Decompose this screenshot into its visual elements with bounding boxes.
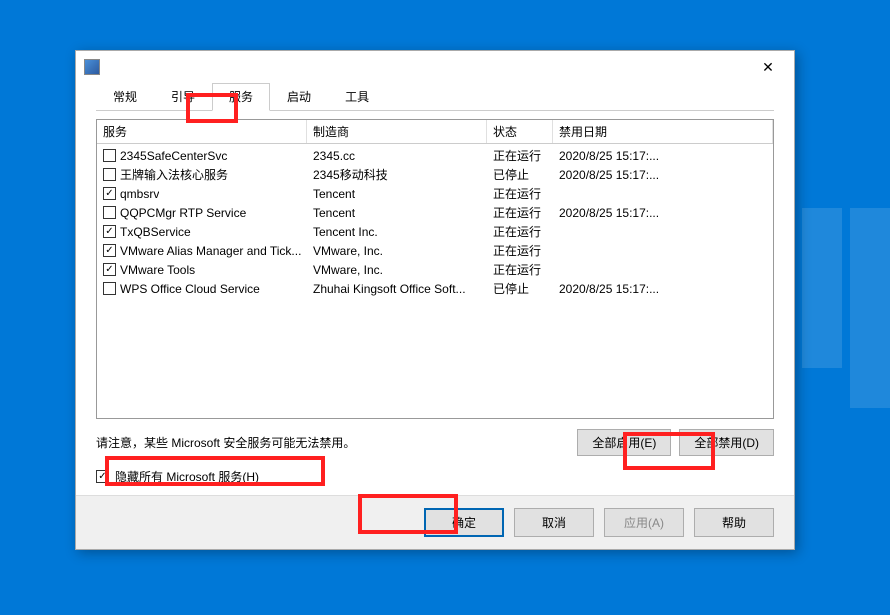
service-status: 正在运行 bbox=[487, 204, 553, 221]
titlebar: ✕ bbox=[76, 51, 794, 83]
tab-工具[interactable]: 工具 bbox=[328, 83, 386, 110]
service-manufacturer: 2345移动科技 bbox=[307, 166, 487, 183]
service-name: TxQBService bbox=[120, 225, 191, 239]
table-row[interactable]: ✓ VMware Alias Manager and Tick... VMware,… bbox=[97, 241, 773, 260]
service-checkbox[interactable] bbox=[103, 206, 116, 219]
service-name: VMware Alias Manager and Tick... bbox=[120, 244, 301, 258]
disable-all-button[interactable]: 全部禁用(D) bbox=[679, 429, 774, 456]
hide-microsoft-checkbox[interactable]: ✓ bbox=[96, 470, 109, 483]
service-manufacturer: VMware, Inc. bbox=[307, 244, 487, 258]
service-manufacturer: VMware, Inc. bbox=[307, 263, 487, 277]
column-service[interactable]: 服务 bbox=[97, 120, 307, 143]
table-row[interactable]: ✓ qmbsrv Tencent正在运行 bbox=[97, 184, 773, 203]
column-status[interactable]: 状态 bbox=[487, 120, 553, 143]
service-date: 2020/8/25 15:17:... bbox=[553, 168, 773, 182]
table-row[interactable]: WPS Office Cloud Service Zhuhai Kingsoft … bbox=[97, 279, 773, 298]
service-checkbox[interactable] bbox=[103, 149, 116, 162]
service-name: VMware Tools bbox=[120, 263, 195, 277]
service-checkbox[interactable]: ✓ bbox=[103, 263, 116, 276]
service-date: 2020/8/25 15:17:... bbox=[553, 206, 773, 220]
service-checkbox[interactable] bbox=[103, 282, 116, 295]
service-manufacturer: Tencent Inc. bbox=[307, 225, 487, 239]
table-row[interactable]: ✓ VMware Tools VMware, Inc.正在运行 bbox=[97, 260, 773, 279]
tab-常规[interactable]: 常规 bbox=[96, 83, 154, 110]
service-status: 正在运行 bbox=[487, 242, 553, 259]
hide-microsoft-row: ✓ 隐藏所有 Microsoft 服务(H) bbox=[96, 468, 774, 485]
service-status: 正在运行 bbox=[487, 261, 553, 278]
column-manufacturer[interactable]: 制造商 bbox=[307, 120, 487, 143]
table-row[interactable]: 2345SafeCenterSvc 2345.cc正在运行2020/8/25 15… bbox=[97, 146, 773, 165]
tab-strip: 常规引导服务启动工具 bbox=[76, 83, 794, 110]
dialog-footer: 确定 取消 应用(A) 帮助 bbox=[76, 495, 794, 549]
table-body: 2345SafeCenterSvc2345.cc正在运行2020/8/25 15… bbox=[97, 144, 773, 300]
service-date: 2020/8/25 15:17:... bbox=[553, 149, 773, 163]
services-table: 服务 制造商 状态 禁用日期 2345SafeCenterSvc2345.cc正… bbox=[96, 119, 774, 419]
service-name: 王牌输入法核心服务 bbox=[120, 166, 228, 183]
column-disable-date[interactable]: 禁用日期 bbox=[553, 120, 773, 143]
tab-服务[interactable]: 服务 bbox=[212, 83, 270, 111]
app-icon bbox=[84, 59, 100, 75]
service-status: 正在运行 bbox=[487, 185, 553, 202]
tab-启动[interactable]: 启动 bbox=[270, 83, 328, 110]
apply-button[interactable]: 应用(A) bbox=[604, 508, 684, 537]
service-checkbox[interactable]: ✓ bbox=[103, 225, 116, 238]
hide-microsoft-label: 隐藏所有 Microsoft 服务(H) bbox=[115, 468, 259, 485]
tab-引导[interactable]: 引导 bbox=[154, 83, 212, 110]
service-status: 已停止 bbox=[487, 280, 553, 297]
enable-all-button[interactable]: 全部启用(E) bbox=[577, 429, 671, 456]
msconfig-window: ✕ 常规引导服务启动工具 服务 制造商 状态 禁用日期 2345SafeCent… bbox=[75, 50, 795, 550]
cancel-button[interactable]: 取消 bbox=[514, 508, 594, 537]
service-checkbox[interactable]: ✓ bbox=[103, 187, 116, 200]
table-row[interactable]: 王牌输入法核心服务 2345移动科技已停止2020/8/25 15:17:... bbox=[97, 165, 773, 184]
service-status: 正在运行 bbox=[487, 223, 553, 240]
table-row[interactable]: ✓ TxQBService Tencent Inc.正在运行 bbox=[97, 222, 773, 241]
service-manufacturer: 2345.cc bbox=[307, 149, 487, 163]
service-name: QQPCMgr RTP Service bbox=[120, 206, 246, 220]
service-manufacturer: Tencent bbox=[307, 206, 487, 220]
service-name: 2345SafeCenterSvc bbox=[120, 149, 227, 163]
notice-text: 请注意，某些 Microsoft 安全服务可能无法禁用。 bbox=[96, 434, 355, 451]
service-manufacturer: Tencent bbox=[307, 187, 487, 201]
service-checkbox[interactable]: ✓ bbox=[103, 244, 116, 257]
table-row[interactable]: QQPCMgr RTP Service Tencent正在运行2020/8/25 … bbox=[97, 203, 773, 222]
close-icon: ✕ bbox=[762, 59, 774, 76]
service-date: 2020/8/25 15:17:... bbox=[553, 282, 773, 296]
service-status: 正在运行 bbox=[487, 147, 553, 164]
service-manufacturer: Zhuhai Kingsoft Office Soft... bbox=[307, 282, 487, 296]
service-checkbox[interactable] bbox=[103, 168, 116, 181]
service-name: qmbsrv bbox=[120, 187, 159, 201]
help-button[interactable]: 帮助 bbox=[694, 508, 774, 537]
table-header: 服务 制造商 状态 禁用日期 bbox=[97, 120, 773, 144]
ok-button[interactable]: 确定 bbox=[424, 508, 504, 537]
service-name: WPS Office Cloud Service bbox=[120, 282, 260, 296]
service-status: 已停止 bbox=[487, 166, 553, 183]
close-button[interactable]: ✕ bbox=[750, 55, 786, 79]
